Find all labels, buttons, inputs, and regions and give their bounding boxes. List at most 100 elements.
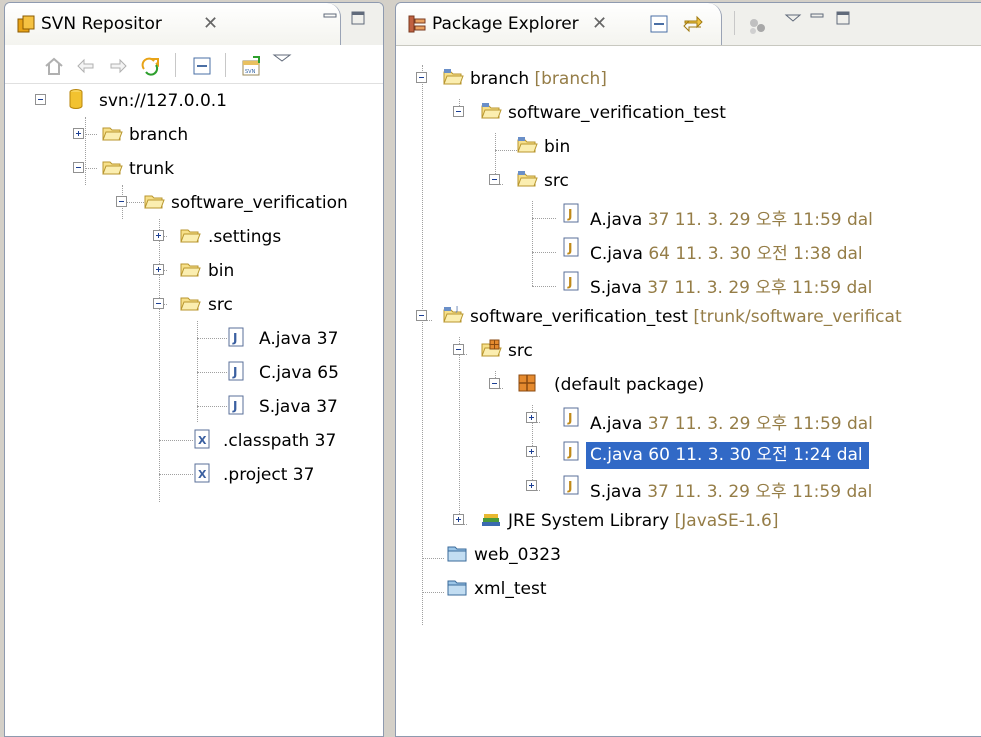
tree-item-branch-bin[interactable]: bin	[396, 129, 981, 163]
tree-item-a-java[interactable]: J A.java 37	[5, 321, 383, 355]
svn-decoration: 64 11. 3. 30 오전 1:38 dal	[648, 244, 863, 264]
collapse-toggle[interactable]	[489, 174, 500, 185]
java-file-icon: J	[228, 361, 244, 381]
collapse-toggle[interactable]	[116, 196, 127, 207]
close-icon[interactable]: ✕	[592, 13, 607, 34]
tree-item-label: software_verification_test [trunk/softwa…	[470, 307, 902, 327]
tree-item-project-file[interactable]: X .project 37	[5, 457, 383, 491]
tree-item-src[interactable]: src	[5, 287, 383, 321]
tree-item-default-package[interactable]: (default package)	[396, 367, 981, 401]
tree-item-branch-folder[interactable]: software_verification_test	[396, 95, 981, 129]
java-file-icon: J	[228, 327, 244, 347]
repository-icon	[17, 15, 35, 33]
collapse-toggle[interactable]	[453, 106, 464, 117]
tree-item-source-folder[interactable]: src	[396, 333, 981, 367]
maximize-icon[interactable]	[351, 11, 365, 25]
tree-item-branch-c-java[interactable]: J C.java 64 11. 3. 30 오전 1:38 dal	[396, 231, 981, 265]
tree-item-s-java[interactable]: J S.java 37 11. 3. 29 오후 11:59 dal	[396, 469, 981, 503]
tree-item-branch-src[interactable]: src	[396, 163, 981, 197]
tree-item-repository-root[interactable]: svn://127.0.0.1	[5, 83, 383, 117]
svg-text:J: J	[567, 411, 572, 425]
tree-item-label: .settings	[208, 227, 282, 247]
tree-item-label: xml_test	[474, 579, 547, 599]
home-icon[interactable]	[43, 55, 65, 77]
back-arrow-icon[interactable]	[75, 55, 97, 77]
svn-decoration: 37 11. 3. 29 오후 11:59 dal	[647, 414, 873, 434]
forward-arrow-icon[interactable]	[107, 55, 129, 77]
tree-item-java-project[interactable]: J software_verification_test [trunk/soft…	[396, 299, 981, 333]
svn-repositories-tab[interactable]: SVN Repositor ✕	[5, 3, 341, 45]
repository-icon	[69, 89, 83, 109]
source-folder-icon	[481, 339, 502, 357]
view-menu-icon[interactable]	[271, 49, 293, 71]
tree-item-s-java[interactable]: J S.java 37	[5, 389, 383, 423]
collapse-toggle[interactable]	[453, 344, 464, 355]
tree-item-branch-a-java[interactable]: J A.java 37 11. 3. 29 오후 11:59 dal	[396, 197, 981, 231]
view-tab-bar: Package Explorer ✕	[396, 3, 981, 46]
expand-toggle[interactable]	[153, 264, 164, 275]
tree-item-branch[interactable]: branch	[5, 117, 383, 151]
minimize-icon[interactable]	[323, 11, 337, 25]
folder-icon	[102, 161, 123, 175]
tree-item-label: branch [branch]	[470, 69, 607, 89]
folder-icon	[517, 171, 538, 187]
folder-icon	[180, 263, 201, 277]
toolbar-separator	[225, 53, 226, 77]
collapse-toggle[interactable]	[416, 310, 427, 321]
package-explorer-tab[interactable]: Package Explorer ✕	[396, 3, 722, 45]
tree-item-xml-project[interactable]: xml_test	[396, 571, 981, 605]
tree-item-a-java[interactable]: J A.java 37 11. 3. 29 오후 11:59 dal	[396, 401, 981, 435]
collapse-toggle[interactable]	[489, 378, 500, 389]
refresh-icon[interactable]	[139, 55, 161, 77]
new-repository-location-icon[interactable]: SVN	[241, 55, 263, 77]
tree-item-classpath[interactable]: X .classpath 37	[5, 423, 383, 457]
tree-item-project[interactable]: software_verification	[5, 185, 383, 219]
link-with-editor-icon[interactable]	[682, 13, 704, 35]
svn-decoration: [trunk/software_verificat	[693, 307, 902, 327]
tree-item-trunk[interactable]: trunk	[5, 151, 383, 185]
expand-toggle[interactable]	[526, 480, 537, 491]
tree-item-label: svn://127.0.0.1	[99, 91, 227, 111]
tree-item-label: .project 37	[223, 465, 315, 485]
svg-text:J: J	[232, 365, 237, 379]
java-file-icon: J	[563, 441, 579, 461]
collapse-toggle[interactable]	[153, 298, 164, 309]
collapse-all-icon[interactable]	[648, 13, 670, 35]
expand-toggle[interactable]	[73, 128, 84, 139]
filters-icon[interactable]	[746, 15, 768, 37]
folder-icon	[180, 297, 201, 311]
package-explorer-icon	[408, 15, 426, 33]
tree-item-label: branch	[129, 125, 189, 145]
expand-toggle[interactable]	[453, 514, 464, 525]
tree-item-label: C.java 60 11. 3. 30 오전 1:24 dal	[586, 440, 869, 469]
tree-item-c-java-selected[interactable]: J C.java 60 11. 3. 30 오전 1:24 dal	[396, 435, 981, 469]
view-menu-icon[interactable]	[782, 9, 804, 31]
svn-repositories-view: SVN Repositor ✕ SVN svn://127.0.0.1 bran…	[4, 2, 384, 737]
tree-item-branch-project[interactable]: branch [branch]	[396, 61, 981, 95]
maximize-icon[interactable]	[836, 11, 850, 25]
tree-item-bin[interactable]: bin	[5, 253, 383, 287]
tree-item-web-project[interactable]: web_0323	[396, 537, 981, 571]
tree-item-branch-s-java[interactable]: J S.java 37 11. 3. 29 오후 11:59 dal	[396, 265, 981, 299]
tree-item-label: A.java 37 11. 3. 29 오후 11:59 dal	[590, 414, 873, 434]
tree-item-label: A.java 37 11. 3. 29 오후 11:59 dal	[590, 210, 873, 230]
tree-item-label: C.java 65	[259, 363, 339, 383]
expand-toggle[interactable]	[526, 412, 537, 423]
library-decoration: [JavaSE-1.6]	[674, 511, 779, 531]
tree-item-jre-library[interactable]: JRE System Library [JavaSE-1.6]	[396, 503, 981, 537]
tree-item-c-java[interactable]: J C.java 65	[5, 355, 383, 389]
svg-text:J: J	[232, 399, 237, 413]
tab-title: SVN Repositor	[41, 14, 162, 34]
expand-toggle[interactable]	[526, 446, 537, 457]
tree-item-settings[interactable]: .settings	[5, 219, 383, 253]
minimize-icon[interactable]	[810, 11, 824, 25]
collapse-toggle[interactable]	[416, 72, 427, 83]
collapse-toggle[interactable]	[73, 162, 84, 173]
expand-toggle[interactable]	[153, 230, 164, 241]
collapse-toggle[interactable]	[35, 94, 46, 105]
tree-item-label: A.java 37	[259, 329, 339, 349]
view-tab-bar: SVN Repositor ✕	[5, 3, 383, 46]
close-icon[interactable]: ✕	[203, 13, 218, 34]
tree-item-label: bin	[544, 137, 571, 157]
collapse-all-icon[interactable]	[191, 55, 213, 77]
